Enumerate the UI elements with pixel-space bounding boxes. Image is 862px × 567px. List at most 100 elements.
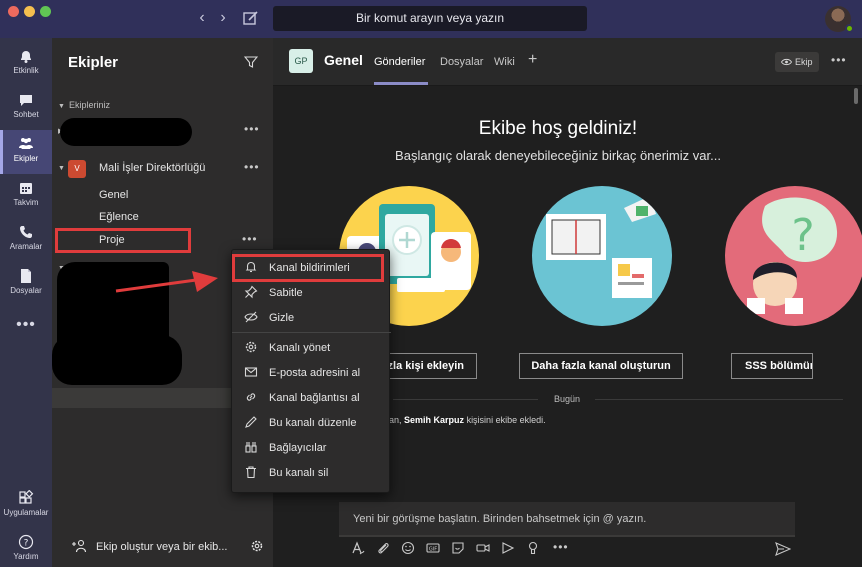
create-channel-button[interactable]: Daha fazla kanal oluşturun <box>519 353 683 379</box>
header-more-button[interactable]: ••• <box>831 53 847 67</box>
add-team-icon[interactable] <box>72 539 88 553</box>
svg-text:GIF: GIF <box>429 546 437 552</box>
bell-icon <box>21 51 31 63</box>
minimize-window-button[interactable] <box>24 6 35 17</box>
divider <box>595 399 843 400</box>
welcome-title: Ekibe hoş geldiniz! <box>478 118 638 139</box>
forward-button[interactable]: › <box>215 9 231 27</box>
rail-item-calls[interactable]: Aramalar <box>0 218 52 262</box>
phone-icon <box>20 226 32 238</box>
section-header[interactable]: ▼ Ekipleriniz <box>58 100 110 110</box>
tab-wiki[interactable]: Wiki <box>494 56 515 68</box>
rail-item-teams[interactable]: Ekipler <box>0 130 52 174</box>
section-label: Ekipleriniz <box>68 100 110 110</box>
menu-label: Bu kanalı düzenle <box>269 417 357 429</box>
channel-eglence[interactable]: Eğlence <box>99 211 139 223</box>
maximize-window-button[interactable] <box>40 6 51 17</box>
menu-label: Sabitle <box>269 287 303 299</box>
back-button[interactable]: ‹ <box>194 9 210 27</box>
stream-icon[interactable] <box>501 541 515 555</box>
rail-item-help[interactable]: ? Yardım <box>0 528 52 567</box>
gear-icon <box>245 341 257 353</box>
svg-text:?: ? <box>24 539 29 549</box>
team-avatar: V <box>68 160 86 178</box>
menu-item-hide[interactable]: Gizle <box>232 305 391 330</box>
close-window-button[interactable] <box>8 6 19 17</box>
attach-icon[interactable] <box>376 541 390 555</box>
more-options-button[interactable]: ••• <box>553 540 569 554</box>
mail-icon <box>244 367 258 377</box>
panel-title: Ekipler <box>68 54 119 71</box>
gif-icon[interactable]: GIF <box>426 541 440 555</box>
rail-item-files[interactable]: Dosyalar <box>0 262 52 306</box>
team-row-mali-isler[interactable]: ▼ V Mali İşler Direktörlüğü ••• <box>52 156 273 182</box>
channel-illustration <box>532 186 672 326</box>
chevron-down-icon: ▼ <box>58 165 65 172</box>
active-tab-indicator <box>374 82 428 85</box>
menu-item-pin[interactable]: Sabitle <box>232 280 391 305</box>
gear-icon[interactable] <box>250 539 264 553</box>
faq-button[interactable]: SSS bölümün <box>731 353 813 379</box>
calendar-icon <box>20 183 32 194</box>
send-icon[interactable] <box>775 542 791 556</box>
tab-posts[interactable]: Gönderiler <box>374 56 425 68</box>
apps-icon <box>19 490 34 504</box>
create-team-link[interactable]: Ekip oluştur veya bir ekib... <box>96 541 227 553</box>
rail-label: Dosyalar <box>10 286 42 295</box>
menu-label: Kanalı yönet <box>269 342 331 354</box>
rail-item-chat[interactable]: Sohbet <box>0 86 52 130</box>
rail-item-apps[interactable]: Uygulamalar <box>0 484 52 528</box>
rail-label: Etkinlik <box>13 66 39 75</box>
scrollbar[interactable] <box>854 88 858 104</box>
add-tab-button[interactable]: + <box>528 51 537 69</box>
tab-files[interactable]: Dosyalar <box>440 56 483 68</box>
filter-icon[interactable] <box>244 55 258 69</box>
file-icon <box>21 269 31 283</box>
teams-window: ‹ › Bir komut arayın veya yazın Etkinlik… <box>0 0 862 567</box>
team-more-button[interactable]: ••• <box>244 160 260 174</box>
menu-label: Gizle <box>269 312 295 324</box>
channel-context-menu: Kanal bildirimleri Sabitle Gizle Kanalı … <box>231 249 391 493</box>
menu-item-get-link[interactable]: Kanal bağlantısı al <box>232 385 391 410</box>
channel-header: GP Genel Gönderiler Dosyalar Wiki + Ekip… <box>273 38 862 86</box>
menu-item-delete-channel[interactable]: Bu kanalı sil <box>232 460 391 485</box>
compose-input[interactable]: Yeni bir görüşme başlatın. Birinden bahs… <box>339 502 795 537</box>
search-input[interactable]: Bir komut arayın veya yazın <box>273 6 587 31</box>
panel-footer: Ekip oluştur veya bir ekib... <box>52 530 273 567</box>
praise-icon[interactable] <box>526 541 540 555</box>
rail-label: Ekipler <box>13 154 39 163</box>
menu-item-manage-channel[interactable]: Kanalı yönet <box>232 335 391 360</box>
meet-now-icon[interactable] <box>476 541 490 555</box>
format-icon[interactable] <box>351 541 365 555</box>
highlight-notifications-box <box>232 254 384 282</box>
presence-badge <box>845 24 854 33</box>
channel-genel[interactable]: Genel <box>99 189 128 201</box>
menu-label: Kanal bağlantısı al <box>269 392 360 404</box>
rail-item-calendar[interactable]: Takvim <box>0 174 52 218</box>
rail-label: Uygulamalar <box>3 508 49 517</box>
rail-label: Aramalar <box>9 242 43 251</box>
divider <box>393 399 538 400</box>
title-bar: ‹ › Bir komut arayın veya yazın <box>0 0 862 38</box>
rail-label: Takvim <box>13 198 39 207</box>
menu-item-get-email[interactable]: E-posta adresini al <box>232 360 391 385</box>
rail-label: Yardım <box>13 552 39 561</box>
sticker-icon[interactable] <box>451 541 465 555</box>
chevron-down-icon: ▼ <box>58 103 65 110</box>
channel-title: Genel <box>324 52 363 68</box>
menu-item-edit-channel[interactable]: Bu kanalı düzenle <box>232 410 391 435</box>
team-more-button[interactable]: ••• <box>244 122 260 136</box>
emoji-icon[interactable] <box>401 541 415 555</box>
compose-icon[interactable] <box>242 9 260 27</box>
activity-message: an, Semih Karpuz kişisini ekibe ekledi. <box>389 415 546 425</box>
proje-more-button[interactable]: ••• <box>242 232 258 246</box>
team-button[interactable]: Ekip <box>775 52 819 72</box>
team-button-label: Ekip <box>795 57 813 67</box>
rail-item-activity[interactable]: Etkinlik <box>0 42 52 86</box>
menu-label: Bağlayıcılar <box>269 442 327 454</box>
menu-item-connectors[interactable]: Bağlayıcılar <box>232 435 391 460</box>
more-apps-button[interactable]: ••• <box>0 316 52 334</box>
activity-suffix: kişisini ekibe ekledi. <box>466 415 546 425</box>
redaction-block <box>60 118 192 146</box>
team-name: Mali İşler Direktörlüğü <box>99 162 206 174</box>
